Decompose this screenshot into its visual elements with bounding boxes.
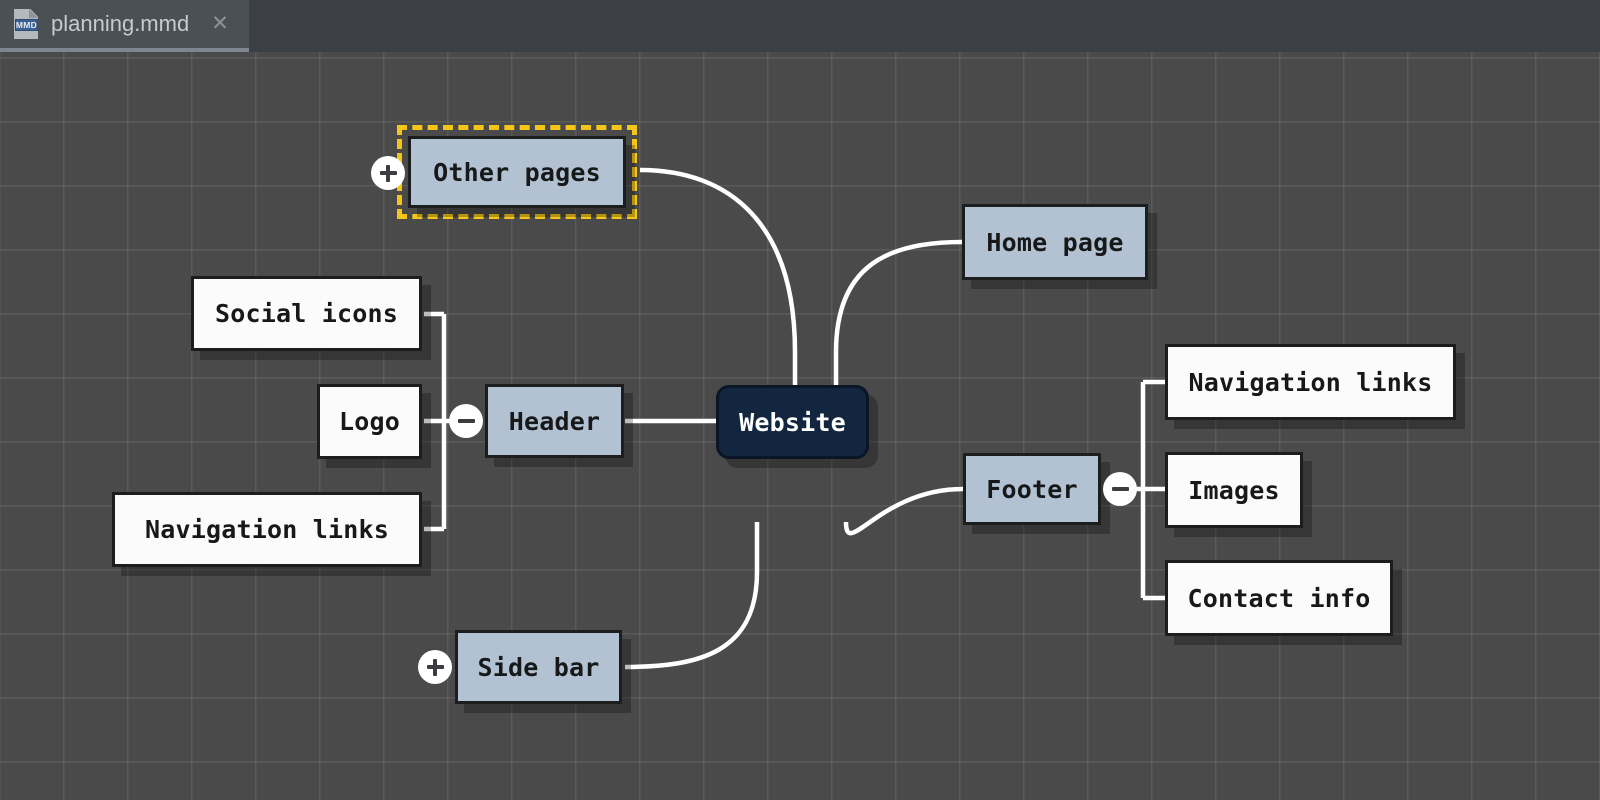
node-label: Social icons (214, 299, 398, 328)
node-side-bar[interactable]: Side bar (455, 630, 622, 704)
tab-planning-mmd[interactable]: MMD planning.mmd ✕ (0, 0, 249, 52)
edge-website-side-bar (624, 522, 760, 670)
node-label: Logo (338, 407, 400, 436)
edge-website-footer (843, 486, 964, 536)
minus-icon (457, 419, 475, 423)
mmd-badge-label: MMD (15, 19, 38, 31)
node-label: Images (1188, 475, 1280, 505)
collapse-footer-toggle[interactable] (1103, 472, 1137, 506)
mindmap-canvas[interactable]: Other pages Home page Website Header Foo… (0, 52, 1600, 800)
expand-other-pages-toggle[interactable] (371, 156, 405, 190)
plus-icon-vertical (386, 164, 390, 182)
edge-website-other-pages (639, 167, 798, 420)
node-header[interactable]: Header (485, 384, 624, 458)
mindmap-editor-window: MMD planning.mmd ✕ Other pages Home page… (0, 0, 1600, 800)
node-label: Navigation links (1188, 367, 1433, 397)
node-logo[interactable]: Logo (317, 384, 422, 459)
minus-icon (1111, 487, 1129, 491)
plus-icon-vertical (433, 658, 437, 676)
node-contact-info[interactable]: Contact info (1165, 560, 1393, 636)
node-label: Header (508, 406, 601, 436)
node-label: Navigation links (144, 515, 390, 544)
node-images[interactable]: Images (1165, 452, 1303, 528)
node-label: Other pages (433, 157, 601, 187)
node-label: Home page (986, 227, 1124, 257)
mmd-file-icon: MMD (14, 9, 40, 39)
node-social-icons[interactable]: Social icons (191, 276, 422, 351)
collapse-header-toggle[interactable] (449, 404, 483, 438)
node-label: Website (739, 407, 846, 437)
node-label: Contact info (1187, 583, 1371, 613)
node-footer[interactable]: Footer (963, 453, 1101, 525)
tab-bar: MMD planning.mmd ✕ (0, 0, 1600, 52)
node-navigation-links-left[interactable]: Navigation links (112, 492, 422, 567)
node-other-pages[interactable]: Other pages (408, 136, 626, 208)
node-label: Footer (986, 474, 1078, 504)
close-icon[interactable]: ✕ (209, 13, 231, 35)
node-home-page[interactable]: Home page (962, 204, 1148, 280)
tab-title: planning.mmd (51, 11, 190, 36)
expand-side-bar-toggle[interactable] (418, 650, 452, 684)
node-website-root[interactable]: Website (716, 385, 869, 459)
node-label: Side bar (477, 652, 600, 682)
node-navigation-links-right[interactable]: Navigation links (1165, 344, 1456, 420)
